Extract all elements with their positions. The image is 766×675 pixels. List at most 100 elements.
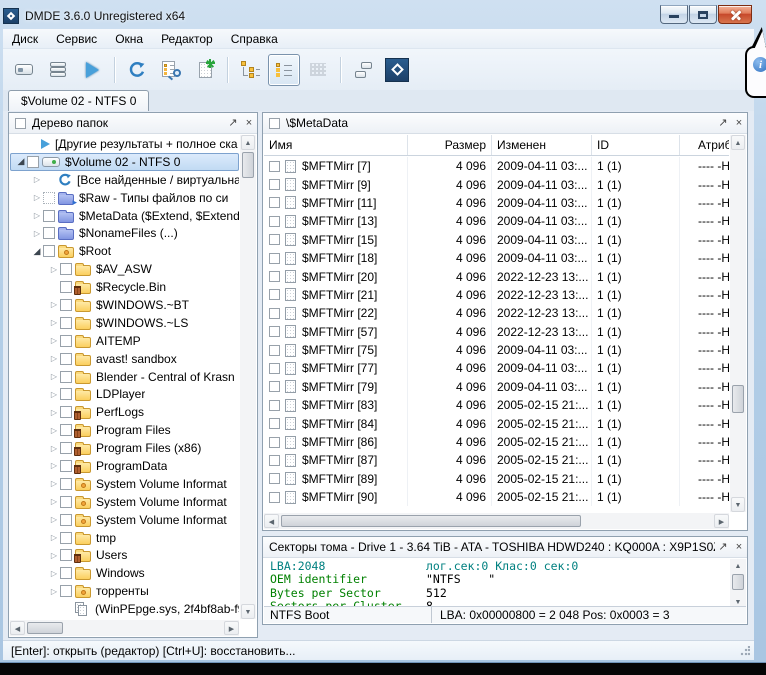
expander-icon[interactable]: ▷ bbox=[31, 193, 43, 202]
tree-item[interactable]: ▷LDPlayer bbox=[10, 385, 239, 403]
panel-checkbox[interactable] bbox=[15, 118, 26, 129]
table-row[interactable]: $MFTMirr [11]4 0962009-04-11 03:...1 (1)… bbox=[264, 194, 729, 212]
expander-icon[interactable]: ▷ bbox=[48, 444, 60, 453]
tree-item[interactable]: ▷$AV_ASW bbox=[10, 260, 239, 278]
dmde-logo-button[interactable] bbox=[381, 54, 413, 86]
table-row[interactable]: $MFTMirr [86]4 0962005-02-15 21:...1 (1)… bbox=[264, 433, 729, 451]
scan-button[interactable] bbox=[76, 54, 108, 86]
menu-item[interactable]: Окна bbox=[106, 29, 152, 49]
tree-item[interactable]: ▷System Volume Informat bbox=[10, 511, 239, 529]
scroll-down-icon[interactable]: ▼ bbox=[731, 497, 745, 512]
expander-icon[interactable]: ▷ bbox=[48, 336, 60, 345]
row-checkbox[interactable] bbox=[269, 437, 280, 448]
column-header-id[interactable]: ID bbox=[592, 135, 680, 155]
tree-checkbox[interactable] bbox=[60, 567, 72, 579]
tree-item[interactable]: ▷$WINDOWS.~BT bbox=[10, 296, 239, 314]
tree-item[interactable]: ▷PerfLogs bbox=[10, 403, 239, 421]
table-row[interactable]: $MFTMirr [77]4 0962009-04-11 03:...1 (1)… bbox=[264, 359, 729, 377]
tree-checkbox[interactable] bbox=[60, 442, 72, 454]
scrollbar-thumb[interactable] bbox=[732, 385, 744, 413]
column-header-attributes[interactable]: Атрибуты bbox=[680, 135, 729, 155]
row-checkbox[interactable] bbox=[269, 179, 280, 190]
tree-item[interactable]: ▷Windows bbox=[10, 564, 239, 582]
scroll-left-icon[interactable]: ◀ bbox=[264, 514, 279, 528]
expander-icon[interactable]: ▷ bbox=[48, 461, 60, 470]
expander-icon[interactable]: ▷ bbox=[48, 390, 60, 399]
tree-view-button[interactable] bbox=[234, 54, 266, 86]
table-row[interactable]: $MFTMirr [87]4 0962005-02-15 21:...1 (1)… bbox=[264, 451, 729, 469]
tree-checkbox[interactable] bbox=[60, 585, 72, 597]
tree-item[interactable]: ▷$MetaData ($Extend, $Extend bbox=[10, 207, 239, 225]
tree-checkbox[interactable] bbox=[43, 227, 55, 239]
list-view-button[interactable] bbox=[268, 54, 300, 86]
row-checkbox[interactable] bbox=[269, 253, 280, 264]
row-checkbox[interactable] bbox=[269, 326, 280, 337]
panel-checkbox[interactable] bbox=[269, 118, 280, 129]
expander-icon[interactable]: ▷ bbox=[48, 479, 60, 488]
expander-icon[interactable]: ▷ bbox=[48, 515, 60, 524]
sector-content[interactable]: LBA:2048лог.сек:0 Клас:0 сек:0OEM identi… bbox=[264, 559, 729, 611]
tree-item[interactable]: ▷Users bbox=[10, 546, 239, 564]
expander-icon[interactable]: ▷ bbox=[48, 426, 60, 435]
file-vertical-scrollbar[interactable]: ▲ ▼ bbox=[730, 135, 746, 512]
tree-checkbox[interactable] bbox=[60, 388, 72, 400]
minimize-button[interactable] bbox=[660, 5, 688, 24]
tree-checkbox[interactable] bbox=[43, 192, 55, 204]
tree-item[interactable]: ▷tmp bbox=[10, 529, 239, 547]
table-row[interactable]: $MFTMirr [75]4 0962009-04-11 03:...1 (1)… bbox=[264, 341, 729, 359]
panel-close-icon[interactable]: × bbox=[241, 113, 257, 133]
row-checkbox[interactable] bbox=[269, 308, 280, 319]
menu-item[interactable]: Диск bbox=[3, 29, 47, 49]
tree-item[interactable]: ▷торренты bbox=[10, 582, 239, 600]
tree-checkbox[interactable] bbox=[60, 353, 72, 365]
row-checkbox[interactable] bbox=[269, 289, 280, 300]
tree-checkbox[interactable] bbox=[60, 478, 72, 490]
row-checkbox[interactable] bbox=[269, 363, 280, 374]
table-row[interactable]: $MFTMirr [15]4 0962009-04-11 03:...1 (1)… bbox=[264, 231, 729, 249]
column-header-size[interactable]: Размер bbox=[408, 135, 492, 155]
row-checkbox[interactable] bbox=[269, 400, 280, 411]
tree-checkbox[interactable] bbox=[60, 549, 72, 561]
row-checkbox[interactable] bbox=[269, 271, 280, 282]
scroll-down-icon[interactable]: ▼ bbox=[241, 604, 255, 619]
table-row[interactable]: $MFTMirr [21]4 0962022-12-23 13:...1 (1)… bbox=[264, 286, 729, 304]
expander-icon[interactable]: ▷ bbox=[48, 408, 60, 417]
tree-item[interactable]: ◢$Volume 02 - NTFS 0 bbox=[10, 153, 239, 171]
tree-checkbox[interactable] bbox=[60, 514, 72, 526]
scroll-right-icon[interactable]: ▶ bbox=[224, 621, 239, 635]
open-volume-button[interactable] bbox=[8, 54, 40, 86]
menu-item[interactable]: Сервис bbox=[47, 29, 106, 49]
scroll-left-icon[interactable]: ◀ bbox=[10, 621, 25, 635]
table-row[interactable]: $MFTMirr [90]4 0962005-02-15 21:...1 (1)… bbox=[264, 488, 729, 506]
panel-maximize-icon[interactable]: ↗ bbox=[715, 113, 731, 133]
tree-item[interactable]: ▷Blender - Central of Krasn bbox=[10, 368, 239, 386]
tree-item[interactable]: ▷System Volume Informat bbox=[10, 475, 239, 493]
notification-balloon[interactable]: i bbox=[745, 46, 766, 98]
table-row[interactable]: $MFTMirr [89]4 0962005-02-15 21:...1 (1)… bbox=[264, 470, 729, 488]
tree-item[interactable]: ▷ProgramData bbox=[10, 457, 239, 475]
tree-checkbox[interactable] bbox=[60, 263, 72, 275]
expander-icon[interactable]: ▷ bbox=[31, 175, 43, 184]
scroll-right-icon[interactable]: ▶ bbox=[714, 514, 729, 528]
panel-close-icon[interactable]: × bbox=[731, 113, 747, 133]
expander-icon[interactable]: ▷ bbox=[48, 354, 60, 363]
menu-item[interactable]: Справка bbox=[222, 29, 287, 49]
tree-item[interactable]: ▷$WINDOWS.~LS bbox=[10, 314, 239, 332]
new-scan-button[interactable] bbox=[189, 54, 221, 86]
tree-item[interactable]: ▷System Volume Informat bbox=[10, 493, 239, 511]
expander-icon[interactable]: ▷ bbox=[48, 569, 60, 578]
tree-item[interactable]: ▷[Все найденные / виртуальная bbox=[10, 171, 239, 189]
close-button[interactable] bbox=[718, 5, 752, 24]
sector-vertical-scrollbar[interactable]: ▲ ▼ bbox=[730, 559, 746, 610]
tree-item[interactable]: [Другие результаты + полное ска bbox=[10, 135, 239, 153]
expander-icon[interactable]: ◢ bbox=[15, 156, 27, 167]
tree-checkbox[interactable] bbox=[60, 406, 72, 418]
tree-item[interactable]: $Recycle.Bin bbox=[10, 278, 239, 296]
row-checkbox[interactable] bbox=[269, 418, 280, 429]
tree-checkbox[interactable] bbox=[60, 371, 72, 383]
row-checkbox[interactable] bbox=[269, 234, 280, 245]
expander-icon[interactable]: ◢ bbox=[31, 246, 43, 257]
tree-checkbox[interactable] bbox=[43, 210, 55, 222]
tree-vertical-scrollbar[interactable]: ▲ ▼ bbox=[240, 135, 256, 619]
row-checkbox[interactable] bbox=[269, 381, 280, 392]
